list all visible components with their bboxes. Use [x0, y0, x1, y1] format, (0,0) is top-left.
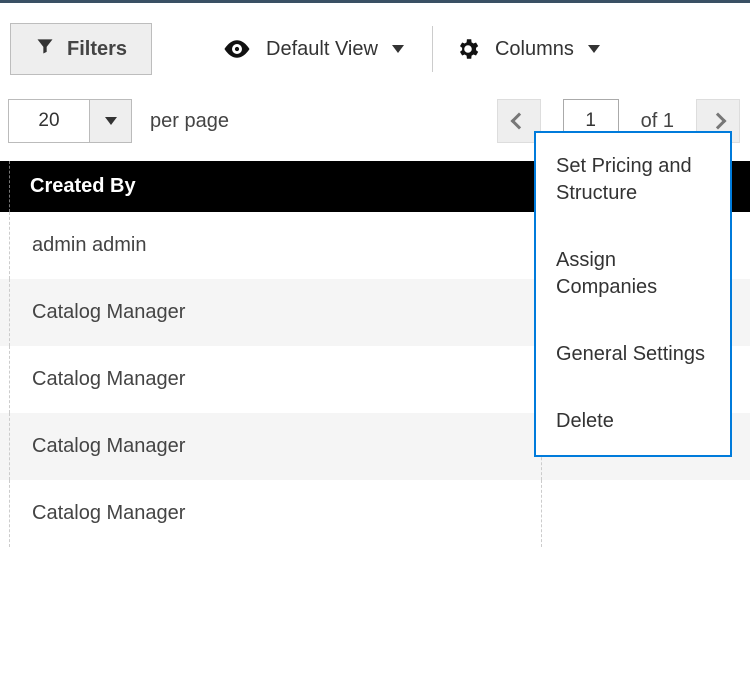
action-delete[interactable]: Delete [536, 388, 730, 455]
default-view-label: Default View [266, 38, 378, 61]
action-set-pricing-and-structure[interactable]: Set Pricing and Structure [536, 133, 730, 227]
chevron-down-icon [588, 45, 600, 53]
per-page-label: per page [150, 110, 229, 133]
cell-created-by: Catalog Manager [10, 413, 542, 480]
column-header-created-by[interactable]: Created By [10, 161, 542, 212]
cell-created-by: admin admin [10, 212, 542, 279]
page-of-label: of 1 [641, 110, 674, 133]
grid-edge [0, 212, 10, 279]
cell-created-by: Catalog Manager [10, 279, 542, 346]
per-page-value: 20 [9, 100, 89, 142]
chevron-right-icon [710, 113, 727, 130]
per-page-dropdown-toggle[interactable] [89, 100, 131, 142]
grid-edge [0, 161, 10, 212]
chevron-down-icon [105, 117, 117, 125]
grid-edge [0, 346, 10, 413]
toolbar-separator [432, 26, 433, 72]
grid-edge [0, 279, 10, 346]
action-assign-companies[interactable]: Assign Companies [536, 227, 730, 321]
table-row: Catalog Manager [0, 480, 750, 547]
grid-edge [0, 413, 10, 480]
funnel-icon [35, 36, 55, 62]
default-view-dropdown[interactable]: Default View [222, 24, 404, 74]
filters-label: Filters [67, 38, 127, 61]
cell-created-by: Catalog Manager [10, 480, 542, 547]
chevron-left-icon [510, 113, 527, 130]
grid-edge [0, 480, 10, 547]
eye-icon [222, 34, 252, 64]
action-general-settings[interactable]: General Settings [536, 321, 730, 388]
cell-created-by: Catalog Manager [10, 346, 542, 413]
filters-button[interactable]: Filters [10, 23, 152, 75]
chevron-down-icon [392, 45, 404, 53]
cell-action [542, 480, 750, 547]
action-dropdown-menu: Set Pricing and Structure Assign Compani… [534, 131, 732, 457]
gear-icon [455, 36, 481, 62]
toolbar: Filters Default View Columns [0, 3, 750, 93]
columns-label: Columns [495, 38, 574, 61]
columns-dropdown[interactable]: Columns [455, 36, 600, 62]
per-page-selector[interactable]: 20 [8, 99, 132, 143]
